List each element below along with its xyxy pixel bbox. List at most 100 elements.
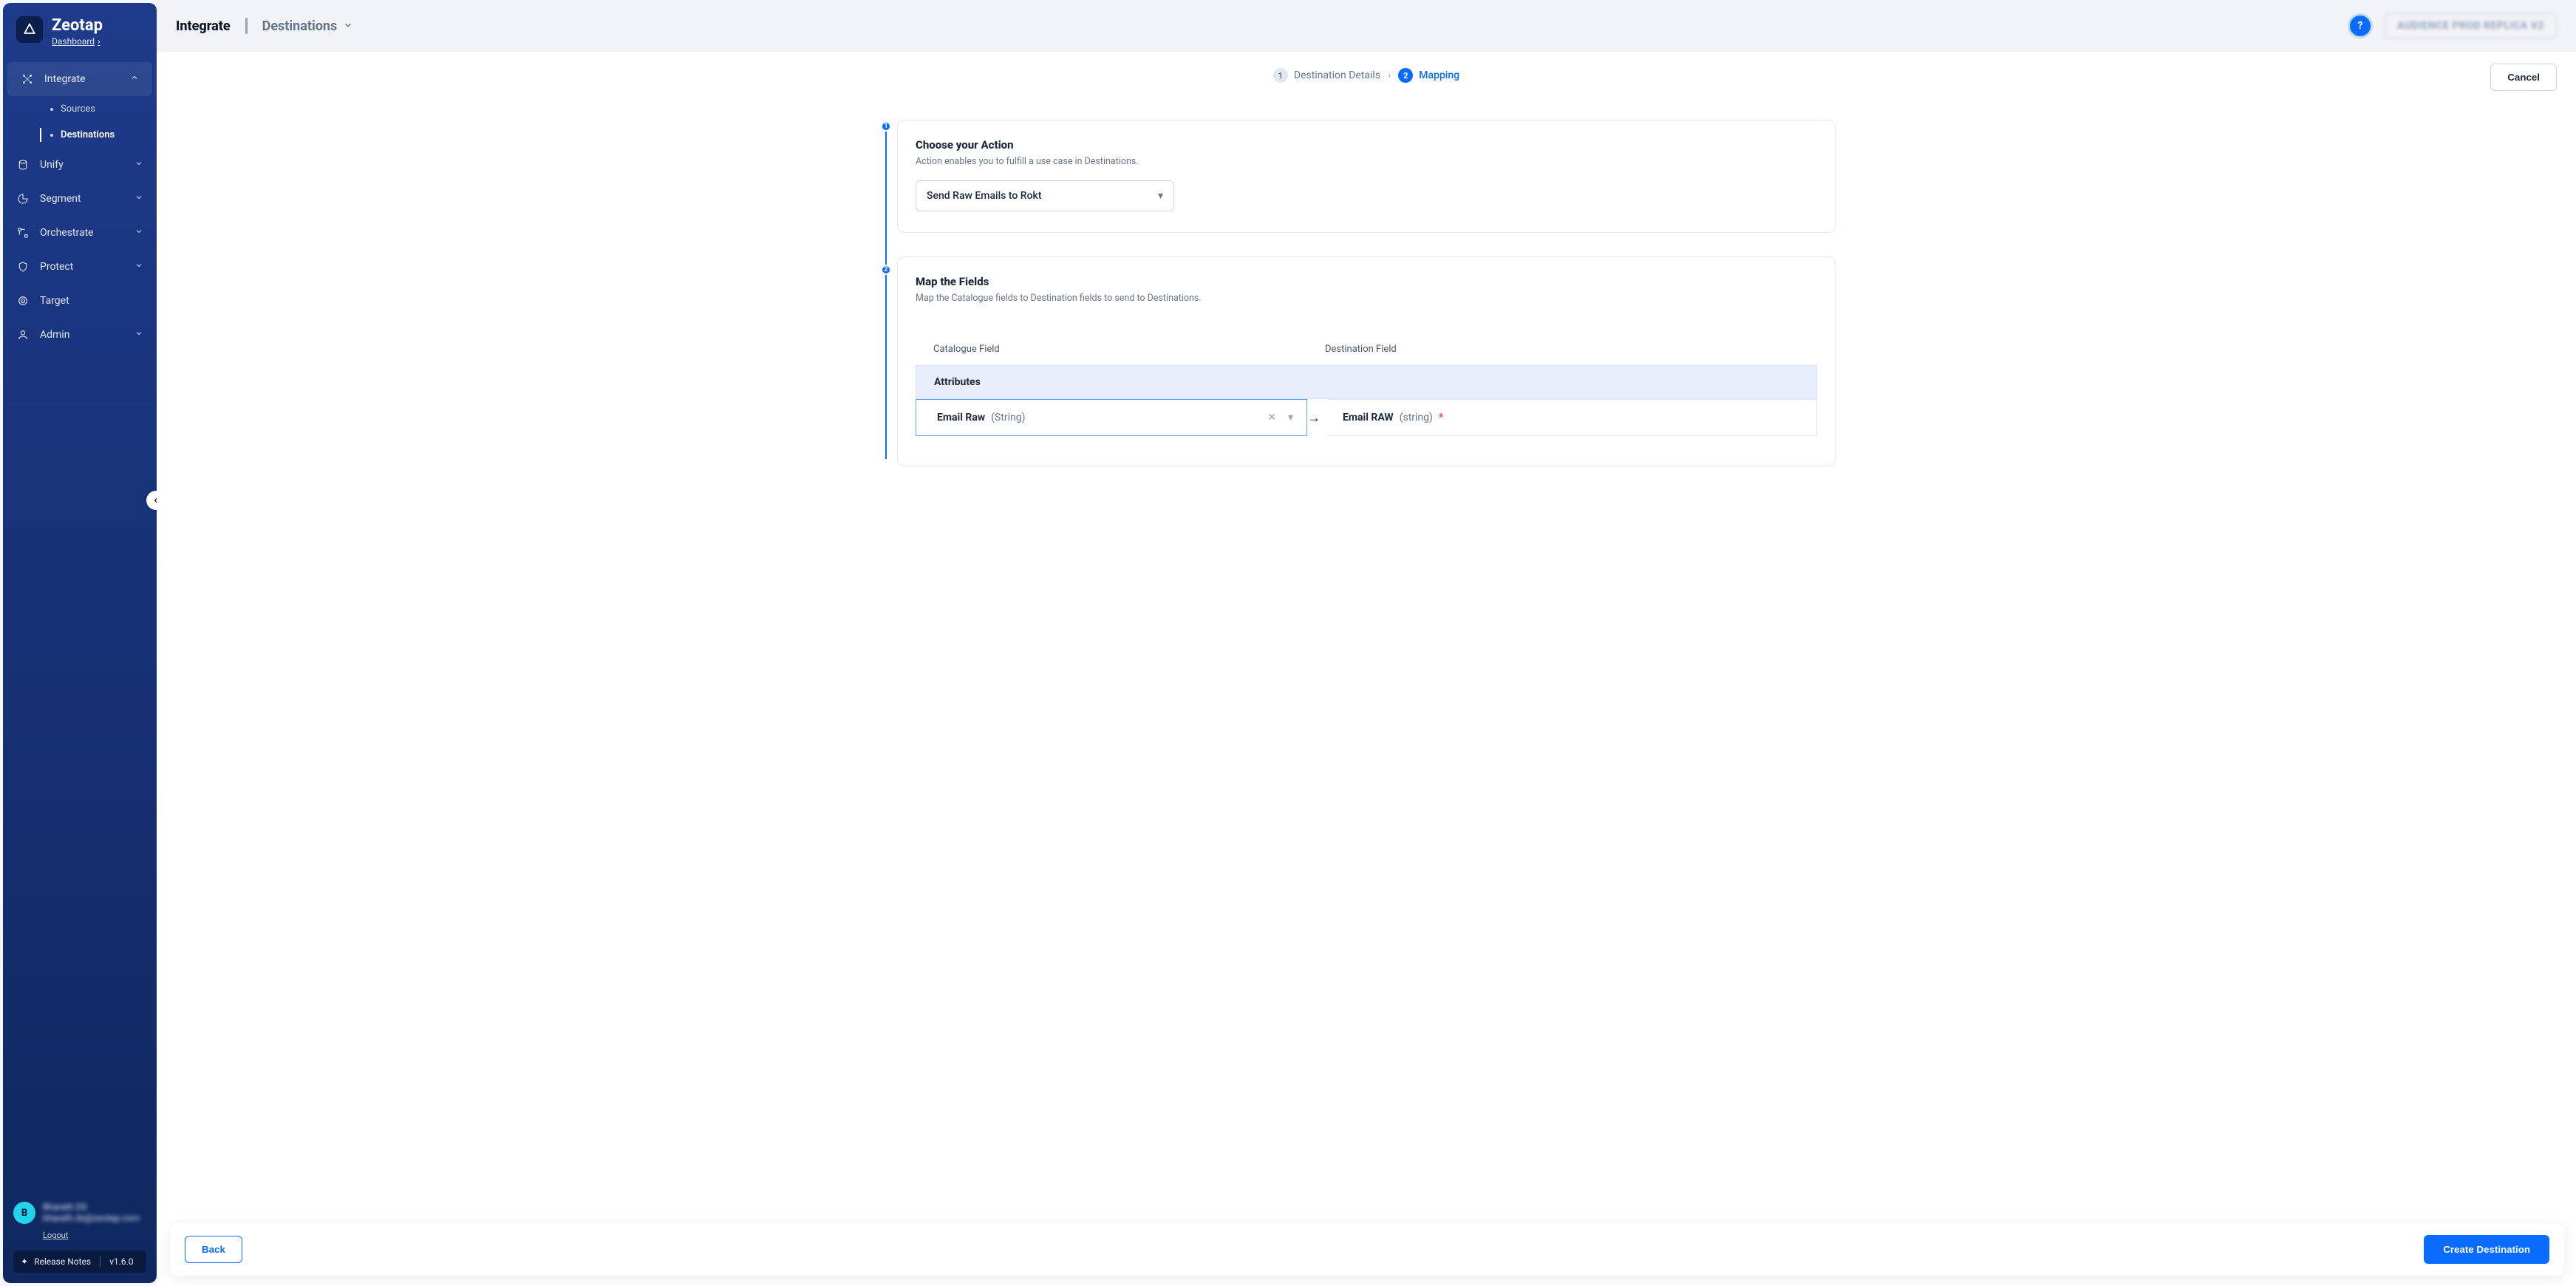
nav-label-segment: Segment [40, 193, 81, 205]
target-icon [16, 294, 30, 307]
action-select-value: Send Raw Emails to Rokt [927, 190, 1041, 202]
dashboard-link[interactable]: Dashboard › [52, 36, 100, 47]
chevron-down-icon [134, 193, 143, 205]
action-card: Choose your Action Action enables you to… [897, 120, 1836, 233]
form-timeline: 1 Choose your Action Action enables you … [897, 120, 1836, 466]
dashboard-link-label: Dashboard [52, 36, 95, 47]
caret-down-icon[interactable]: ▾ [1285, 412, 1296, 423]
step-1-number: 1 [1273, 68, 1288, 83]
header-catalogue-field: Catalogue Field [933, 344, 1325, 355]
create-destination-button[interactable]: Create Destination [2424, 1235, 2549, 1264]
map-card: Map the Fields Map the Catalogue fields … [897, 256, 1836, 466]
nav-label-integrate: Integrate [44, 73, 86, 85]
chevron-down-icon [134, 159, 143, 171]
nav-item-admin[interactable]: Admin [3, 318, 157, 352]
timeline-node-1: 1 [881, 121, 891, 132]
chevron-up-icon [130, 73, 139, 85]
map-card-subtitle: Map the Catalogue fields to Destination … [916, 293, 1817, 304]
breadcrumb-current-label: Destinations [262, 18, 338, 34]
chevron-down-icon [343, 18, 353, 34]
nav-item-integrate[interactable]: Integrate [7, 62, 152, 96]
mapping-row: Email Raw (String) ✕ ▾ → Email RAW (stri… [916, 399, 1817, 436]
chevron-right-icon: › [98, 36, 100, 47]
destination-field-cell: Email RAW (string) * [1328, 399, 1817, 436]
map-headers: Catalogue Field Destination Field [916, 336, 1817, 365]
catalogue-field-select[interactable]: Email Raw (String) ✕ ▾ [916, 399, 1307, 436]
sidebar: Zeotap Dashboard › Integrate [3, 3, 157, 1283]
integrate-icon [21, 72, 34, 86]
sidebar-footer: B Bharath DS bharath.ds@zeotap.com Logou… [3, 1193, 157, 1283]
brand-block: Zeotap Dashboard › [3, 3, 157, 52]
brand-name: Zeotap [52, 16, 103, 35]
user-row: B Bharath DS bharath.ds@zeotap.com [13, 1202, 146, 1225]
nav-item-target[interactable]: Target [3, 284, 157, 318]
caret-down-icon: ▾ [1158, 190, 1163, 202]
action-select[interactable]: Send Raw Emails to Rokt ▾ [916, 180, 1174, 211]
content: Cancel 1 Destination Details › 2 Mapping… [157, 52, 2576, 1286]
nav-label-unify: Unify [40, 159, 64, 171]
sidebar-nav: Integrate Sources Destinations [3, 62, 157, 1193]
bullet-icon [50, 134, 53, 137]
nav-label-orchestrate: Orchestrate [40, 227, 94, 239]
chevron-down-icon [134, 227, 143, 239]
main: Integrate Destinations ? AUDIENCE PROD R… [157, 0, 2576, 1286]
user-icon [16, 328, 30, 341]
pie-icon [16, 192, 30, 205]
step-mapping[interactable]: 2 Mapping [1398, 68, 1459, 83]
step-destination-details[interactable]: 1 Destination Details [1273, 68, 1380, 83]
nav-sub-label-sources: Sources [61, 103, 95, 115]
nav-sub-label-destinations: Destinations [61, 129, 115, 140]
destination-field-name: Email RAW [1343, 412, 1394, 423]
sparkle-icon: ✦ [21, 1256, 28, 1267]
nav-item-protect[interactable]: Protect [3, 250, 157, 284]
timeline-node-2: 2 [881, 265, 891, 275]
environment-chip[interactable]: AUDIENCE PROD REPLICA V2 [2385, 13, 2557, 38]
user-name: Bharath DS [43, 1202, 140, 1214]
timeline-line [885, 127, 887, 459]
catalogue-field-type: (String) [991, 412, 1025, 423]
breadcrumb-divider [245, 18, 248, 34]
header-destination-field: Destination Field [1325, 344, 1397, 355]
breadcrumb-root[interactable]: Integrate [176, 18, 231, 34]
stepper: 1 Destination Details › 2 Mapping [176, 68, 2557, 83]
topbar: Integrate Destinations ? AUDIENCE PROD R… [157, 0, 2576, 52]
required-asterisk: * [1439, 412, 1443, 423]
chevron-down-icon [134, 329, 143, 341]
database-icon [16, 158, 30, 171]
avatar[interactable]: B [13, 1202, 35, 1224]
nav-label-admin: Admin [40, 329, 69, 341]
footer-bar: Back Create Destination [170, 1223, 2564, 1276]
nav-label-target: Target [40, 295, 69, 307]
action-card-subtitle: Action enables you to fulfill a use case… [916, 156, 1817, 167]
flow-icon [16, 226, 30, 239]
bullet-icon [50, 108, 53, 111]
destination-field-type: (string) [1400, 412, 1433, 423]
chevron-down-icon [134, 261, 143, 273]
help-button[interactable]: ? [2348, 13, 2373, 38]
nav-sub-destinations[interactable]: Destinations [33, 122, 157, 148]
back-button[interactable]: Back [185, 1236, 242, 1263]
map-card-title: Map the Fields [916, 275, 1817, 288]
attributes-band: Attributes [916, 365, 1817, 399]
release-version: v1.6.0 [109, 1256, 133, 1267]
step-2-number: 2 [1398, 68, 1413, 83]
nav-item-unify[interactable]: Unify [3, 148, 157, 182]
step-1-label: Destination Details [1294, 69, 1380, 81]
step-2-label: Mapping [1419, 69, 1459, 81]
breadcrumb-current[interactable]: Destinations [262, 18, 354, 34]
user-email: bharath.ds@zeotap.com [43, 1213, 140, 1225]
step-separator: › [1388, 69, 1391, 81]
user-meta: Bharath DS bharath.ds@zeotap.com [43, 1202, 140, 1225]
release-notes-chip[interactable]: ✦ Release Notes v1.6.0 [13, 1251, 146, 1273]
action-card-title: Choose your Action [916, 138, 1817, 152]
clear-icon[interactable]: ✕ [1264, 412, 1279, 423]
arrow-right-icon: → [1307, 399, 1328, 436]
nav-sub-sources[interactable]: Sources [33, 96, 157, 122]
shield-icon [16, 260, 30, 273]
nav-item-segment[interactable]: Segment [3, 182, 157, 216]
logout-link[interactable]: Logout [43, 1231, 68, 1240]
nav-item-orchestrate[interactable]: Orchestrate [3, 216, 157, 250]
brand-logo [16, 16, 43, 43]
catalogue-field-name: Email Raw [937, 412, 985, 423]
release-label: Release Notes [34, 1256, 91, 1267]
